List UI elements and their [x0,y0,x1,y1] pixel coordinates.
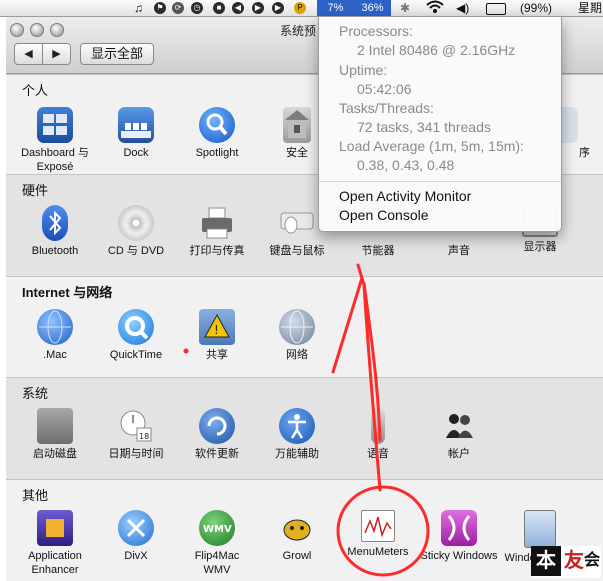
annotation-dot [183,348,189,354]
watermark-char-3: 会 [584,552,601,569]
watermark-char-2: 友 [564,550,584,572]
annotation-arrow [331,263,382,492]
annotation-overlay [183,263,430,577]
watermark-logo: 本 友 会 [531,546,601,578]
watermark-char-1: 本 [531,546,561,576]
annotation-circle [336,485,430,577]
